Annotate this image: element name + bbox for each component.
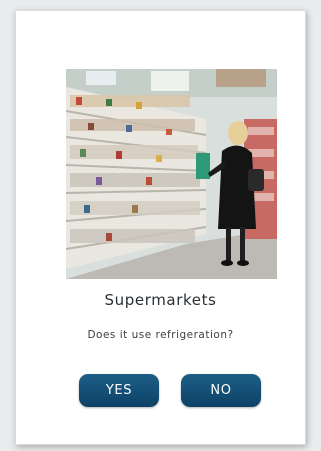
no-button[interactable]: NO	[181, 374, 261, 407]
supermarket-aisle-illustration	[66, 69, 277, 279]
supermarket-photo	[66, 69, 277, 279]
question-card: Supermarkets Does it use refrigeration? …	[15, 10, 306, 445]
category-title: Supermarkets	[104, 291, 217, 309]
yes-button[interactable]: YES	[79, 374, 159, 407]
question-text: Does it use refrigeration?	[87, 329, 234, 341]
